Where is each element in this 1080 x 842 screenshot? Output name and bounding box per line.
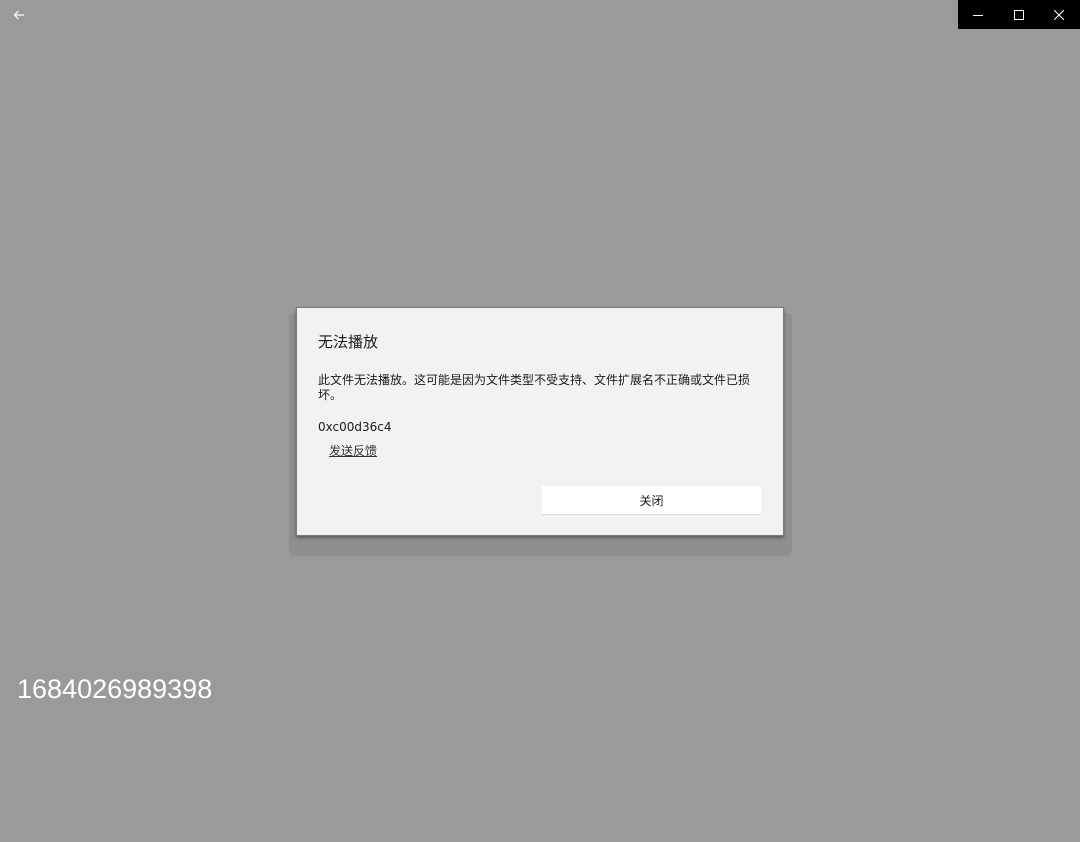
close-icon (1054, 5, 1065, 24)
maximize-icon (1013, 5, 1024, 24)
maximize-button[interactable] (999, 0, 1040, 29)
arrow-left-icon (13, 5, 25, 24)
back-button[interactable] (0, 0, 38, 29)
overlay-text: 1684026989398 (17, 674, 213, 704)
minimize-icon (973, 5, 984, 24)
close-button[interactable]: 关闭 (542, 486, 761, 515)
error-dialog: 无法播放 此文件无法播放。这可能是因为文件类型不受支持、文件扩展名不正确或文件已… (296, 307, 784, 536)
dialog-title: 无法播放 (318, 333, 379, 351)
minimize-button[interactable] (958, 0, 999, 29)
close-window-button[interactable] (1039, 0, 1080, 29)
window-controls (958, 0, 1080, 29)
dialog-message: 此文件无法播放。这可能是因为文件类型不受支持、文件扩展名不正确或文件已损坏。 (318, 373, 751, 402)
send-feedback-link[interactable]: 发送反馈 (329, 442, 377, 459)
error-code: 0xc00d36c4 (318, 420, 392, 434)
